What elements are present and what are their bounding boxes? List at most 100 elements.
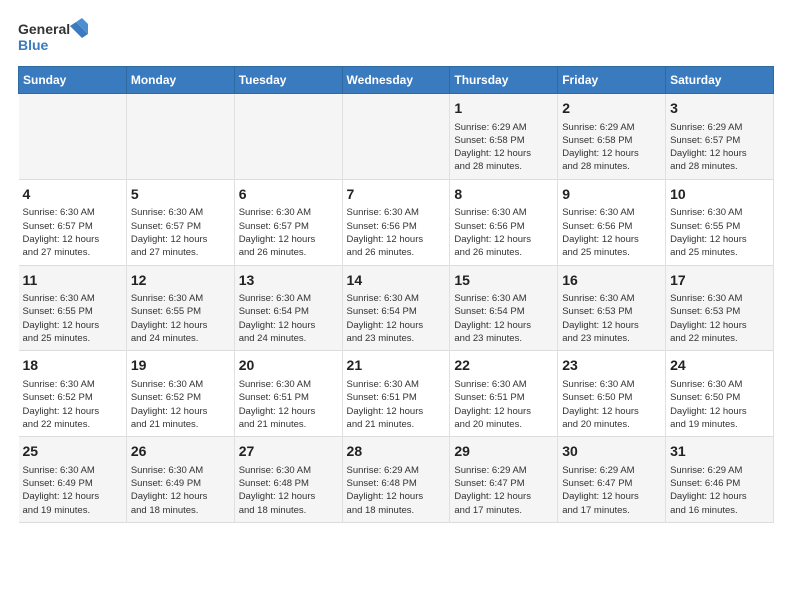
- calendar-cell: 23Sunrise: 6:30 AM Sunset: 6:50 PM Dayli…: [558, 351, 666, 437]
- page: General Blue SundayMondayTuesdayWednesda…: [0, 0, 792, 535]
- weekday-header-tuesday: Tuesday: [234, 67, 342, 94]
- logo: General Blue: [18, 18, 88, 56]
- cell-text: Sunrise: 6:30 AM Sunset: 6:57 PM Dayligh…: [23, 206, 122, 259]
- cell-text: Sunrise: 6:30 AM Sunset: 6:51 PM Dayligh…: [454, 378, 553, 431]
- cell-text: Sunrise: 6:30 AM Sunset: 6:53 PM Dayligh…: [562, 292, 661, 345]
- cell-text: Sunrise: 6:30 AM Sunset: 6:52 PM Dayligh…: [131, 378, 230, 431]
- cell-text: Sunrise: 6:30 AM Sunset: 6:53 PM Dayligh…: [670, 292, 769, 345]
- calendar-header: SundayMondayTuesdayWednesdayThursdayFrid…: [19, 67, 774, 94]
- weekday-header-thursday: Thursday: [450, 67, 558, 94]
- day-number: 17: [670, 271, 769, 291]
- day-number: 28: [347, 442, 446, 462]
- day-number: 10: [670, 185, 769, 205]
- calendar-cell: 2Sunrise: 6:29 AM Sunset: 6:58 PM Daylig…: [558, 94, 666, 180]
- day-number: 12: [131, 271, 230, 291]
- cell-text: Sunrise: 6:29 AM Sunset: 6:57 PM Dayligh…: [670, 121, 769, 174]
- cell-text: Sunrise: 6:30 AM Sunset: 6:54 PM Dayligh…: [454, 292, 553, 345]
- calendar-cell: 7Sunrise: 6:30 AM Sunset: 6:56 PM Daylig…: [342, 179, 450, 265]
- calendar-cell: 6Sunrise: 6:30 AM Sunset: 6:57 PM Daylig…: [234, 179, 342, 265]
- calendar-cell: 10Sunrise: 6:30 AM Sunset: 6:55 PM Dayli…: [666, 179, 774, 265]
- day-number: 6: [239, 185, 338, 205]
- calendar-week-row: 25Sunrise: 6:30 AM Sunset: 6:49 PM Dayli…: [19, 437, 774, 523]
- cell-text: Sunrise: 6:30 AM Sunset: 6:56 PM Dayligh…: [347, 206, 446, 259]
- calendar-cell: 28Sunrise: 6:29 AM Sunset: 6:48 PM Dayli…: [342, 437, 450, 523]
- calendar-cell: 5Sunrise: 6:30 AM Sunset: 6:57 PM Daylig…: [126, 179, 234, 265]
- weekday-header-friday: Friday: [558, 67, 666, 94]
- calendar-cell: 16Sunrise: 6:30 AM Sunset: 6:53 PM Dayli…: [558, 265, 666, 351]
- calendar-cell: 20Sunrise: 6:30 AM Sunset: 6:51 PM Dayli…: [234, 351, 342, 437]
- calendar-week-row: 11Sunrise: 6:30 AM Sunset: 6:55 PM Dayli…: [19, 265, 774, 351]
- calendar-cell: [234, 94, 342, 180]
- cell-text: Sunrise: 6:30 AM Sunset: 6:56 PM Dayligh…: [454, 206, 553, 259]
- cell-text: Sunrise: 6:30 AM Sunset: 6:48 PM Dayligh…: [239, 464, 338, 517]
- cell-text: Sunrise: 6:30 AM Sunset: 6:55 PM Dayligh…: [131, 292, 230, 345]
- calendar-cell: 24Sunrise: 6:30 AM Sunset: 6:50 PM Dayli…: [666, 351, 774, 437]
- day-number: 1: [454, 99, 553, 119]
- day-number: 18: [23, 356, 122, 376]
- day-number: 11: [23, 271, 122, 291]
- cell-text: Sunrise: 6:29 AM Sunset: 6:46 PM Dayligh…: [670, 464, 769, 517]
- day-number: 23: [562, 356, 661, 376]
- calendar-table: SundayMondayTuesdayWednesdayThursdayFrid…: [18, 66, 774, 523]
- calendar-cell: 21Sunrise: 6:30 AM Sunset: 6:51 PM Dayli…: [342, 351, 450, 437]
- cell-text: Sunrise: 6:30 AM Sunset: 6:55 PM Dayligh…: [23, 292, 122, 345]
- day-number: 26: [131, 442, 230, 462]
- cell-text: Sunrise: 6:29 AM Sunset: 6:58 PM Dayligh…: [562, 121, 661, 174]
- calendar-cell: 30Sunrise: 6:29 AM Sunset: 6:47 PM Dayli…: [558, 437, 666, 523]
- day-number: 13: [239, 271, 338, 291]
- cell-text: Sunrise: 6:29 AM Sunset: 6:47 PM Dayligh…: [562, 464, 661, 517]
- calendar-cell: 26Sunrise: 6:30 AM Sunset: 6:49 PM Dayli…: [126, 437, 234, 523]
- day-number: 14: [347, 271, 446, 291]
- calendar-cell: [342, 94, 450, 180]
- cell-text: Sunrise: 6:30 AM Sunset: 6:50 PM Dayligh…: [562, 378, 661, 431]
- day-number: 4: [23, 185, 122, 205]
- day-number: 24: [670, 356, 769, 376]
- calendar-cell: 4Sunrise: 6:30 AM Sunset: 6:57 PM Daylig…: [19, 179, 127, 265]
- cell-text: Sunrise: 6:30 AM Sunset: 6:52 PM Dayligh…: [23, 378, 122, 431]
- day-number: 8: [454, 185, 553, 205]
- day-number: 19: [131, 356, 230, 376]
- cell-text: Sunrise: 6:29 AM Sunset: 6:58 PM Dayligh…: [454, 121, 553, 174]
- svg-text:General: General: [18, 21, 70, 37]
- calendar-cell: 9Sunrise: 6:30 AM Sunset: 6:56 PM Daylig…: [558, 179, 666, 265]
- calendar-cell: 19Sunrise: 6:30 AM Sunset: 6:52 PM Dayli…: [126, 351, 234, 437]
- calendar-week-row: 18Sunrise: 6:30 AM Sunset: 6:52 PM Dayli…: [19, 351, 774, 437]
- day-number: 5: [131, 185, 230, 205]
- calendar-cell: 14Sunrise: 6:30 AM Sunset: 6:54 PM Dayli…: [342, 265, 450, 351]
- day-number: 22: [454, 356, 553, 376]
- day-number: 30: [562, 442, 661, 462]
- calendar-cell: 17Sunrise: 6:30 AM Sunset: 6:53 PM Dayli…: [666, 265, 774, 351]
- day-number: 2: [562, 99, 661, 119]
- calendar-cell: [126, 94, 234, 180]
- cell-text: Sunrise: 6:30 AM Sunset: 6:56 PM Dayligh…: [562, 206, 661, 259]
- day-number: 15: [454, 271, 553, 291]
- cell-text: Sunrise: 6:30 AM Sunset: 6:57 PM Dayligh…: [131, 206, 230, 259]
- calendar-cell: 3Sunrise: 6:29 AM Sunset: 6:57 PM Daylig…: [666, 94, 774, 180]
- day-number: 21: [347, 356, 446, 376]
- day-number: 3: [670, 99, 769, 119]
- day-number: 27: [239, 442, 338, 462]
- header: General Blue: [18, 18, 774, 56]
- day-number: 31: [670, 442, 769, 462]
- calendar-cell: 31Sunrise: 6:29 AM Sunset: 6:46 PM Dayli…: [666, 437, 774, 523]
- cell-text: Sunrise: 6:29 AM Sunset: 6:48 PM Dayligh…: [347, 464, 446, 517]
- weekday-header-sunday: Sunday: [19, 67, 127, 94]
- cell-text: Sunrise: 6:30 AM Sunset: 6:51 PM Dayligh…: [347, 378, 446, 431]
- cell-text: Sunrise: 6:30 AM Sunset: 6:51 PM Dayligh…: [239, 378, 338, 431]
- day-number: 16: [562, 271, 661, 291]
- calendar-cell: 29Sunrise: 6:29 AM Sunset: 6:47 PM Dayli…: [450, 437, 558, 523]
- cell-text: Sunrise: 6:29 AM Sunset: 6:47 PM Dayligh…: [454, 464, 553, 517]
- calendar-cell: 22Sunrise: 6:30 AM Sunset: 6:51 PM Dayli…: [450, 351, 558, 437]
- cell-text: Sunrise: 6:30 AM Sunset: 6:54 PM Dayligh…: [347, 292, 446, 345]
- calendar-cell: [19, 94, 127, 180]
- calendar-cell: 11Sunrise: 6:30 AM Sunset: 6:55 PM Dayli…: [19, 265, 127, 351]
- weekday-header-wednesday: Wednesday: [342, 67, 450, 94]
- logo-icon: General Blue: [18, 18, 88, 56]
- calendar-cell: 13Sunrise: 6:30 AM Sunset: 6:54 PM Dayli…: [234, 265, 342, 351]
- calendar-week-row: 1Sunrise: 6:29 AM Sunset: 6:58 PM Daylig…: [19, 94, 774, 180]
- calendar-cell: 12Sunrise: 6:30 AM Sunset: 6:55 PM Dayli…: [126, 265, 234, 351]
- weekday-header-monday: Monday: [126, 67, 234, 94]
- day-number: 7: [347, 185, 446, 205]
- cell-text: Sunrise: 6:30 AM Sunset: 6:50 PM Dayligh…: [670, 378, 769, 431]
- calendar-cell: 1Sunrise: 6:29 AM Sunset: 6:58 PM Daylig…: [450, 94, 558, 180]
